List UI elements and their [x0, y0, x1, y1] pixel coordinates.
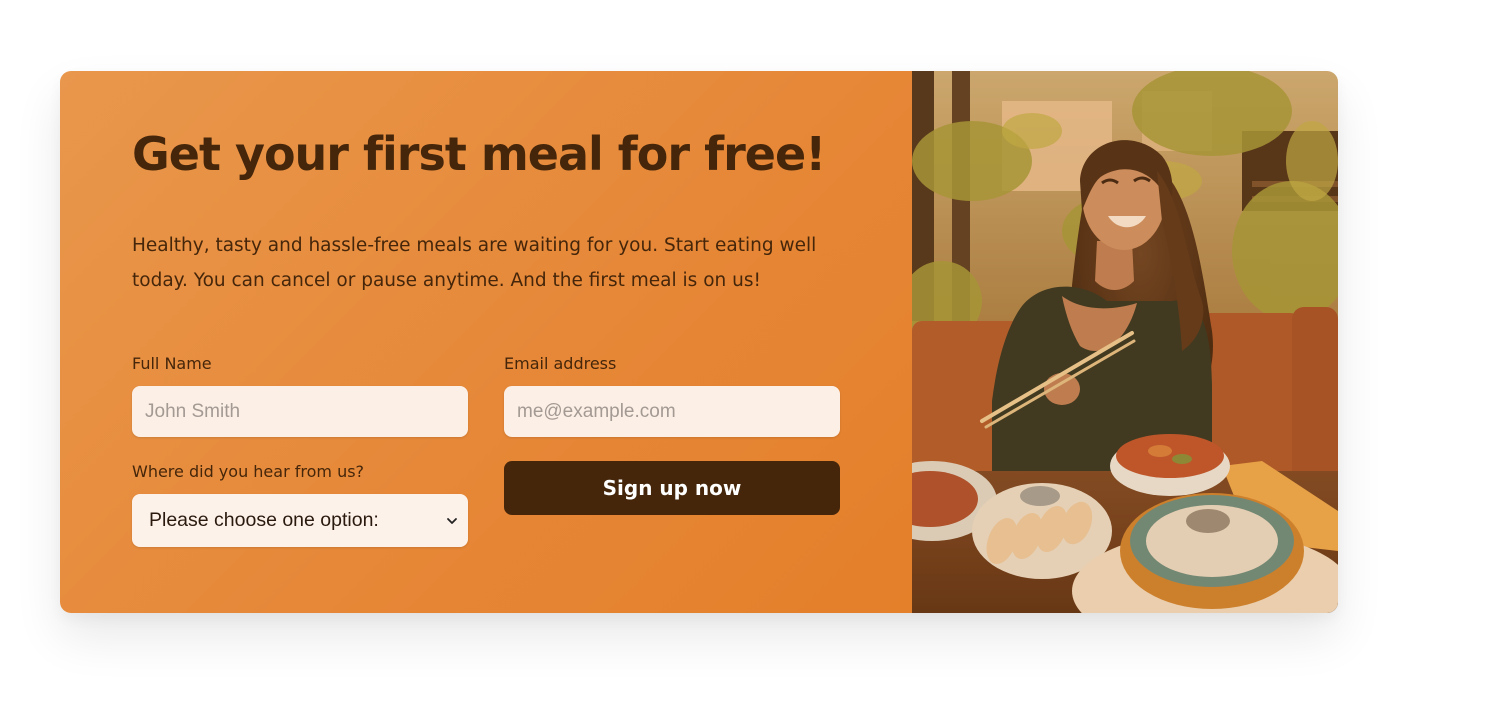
cta-heading: Get your first meal for free!	[132, 127, 826, 181]
full-name-field: Full Name	[132, 353, 468, 437]
email-label: Email address	[504, 354, 617, 373]
source-label: Where did you hear from us?	[132, 462, 365, 481]
sign-up-button[interactable]: Sign up now	[504, 461, 840, 515]
source-select-value: Please choose one option:	[149, 509, 379, 531]
full-name-input[interactable]	[132, 386, 468, 437]
email-field: Email address	[504, 353, 840, 437]
cta-description: Healthy, tasty and hassle-free meals are…	[132, 235, 817, 291]
cta-text-box: Get your first meal for free! Healthy, t…	[60, 71, 912, 613]
submit-field: Sign up now	[504, 461, 840, 547]
cta-section: Get your first meal for free! Healthy, t…	[60, 71, 1338, 613]
email-input[interactable]	[504, 386, 840, 437]
cta-image	[912, 71, 1338, 613]
chevron-down-icon	[447, 517, 457, 524]
signup-form: Full Name Email address Where did you he…	[132, 353, 912, 547]
source-select[interactable]: Please choose one option:	[132, 494, 468, 547]
full-name-label: Full Name	[132, 354, 212, 373]
photo-woman-eating-meal-icon	[912, 71, 1338, 613]
source-field: Where did you hear from us? Please choos…	[132, 461, 468, 547]
